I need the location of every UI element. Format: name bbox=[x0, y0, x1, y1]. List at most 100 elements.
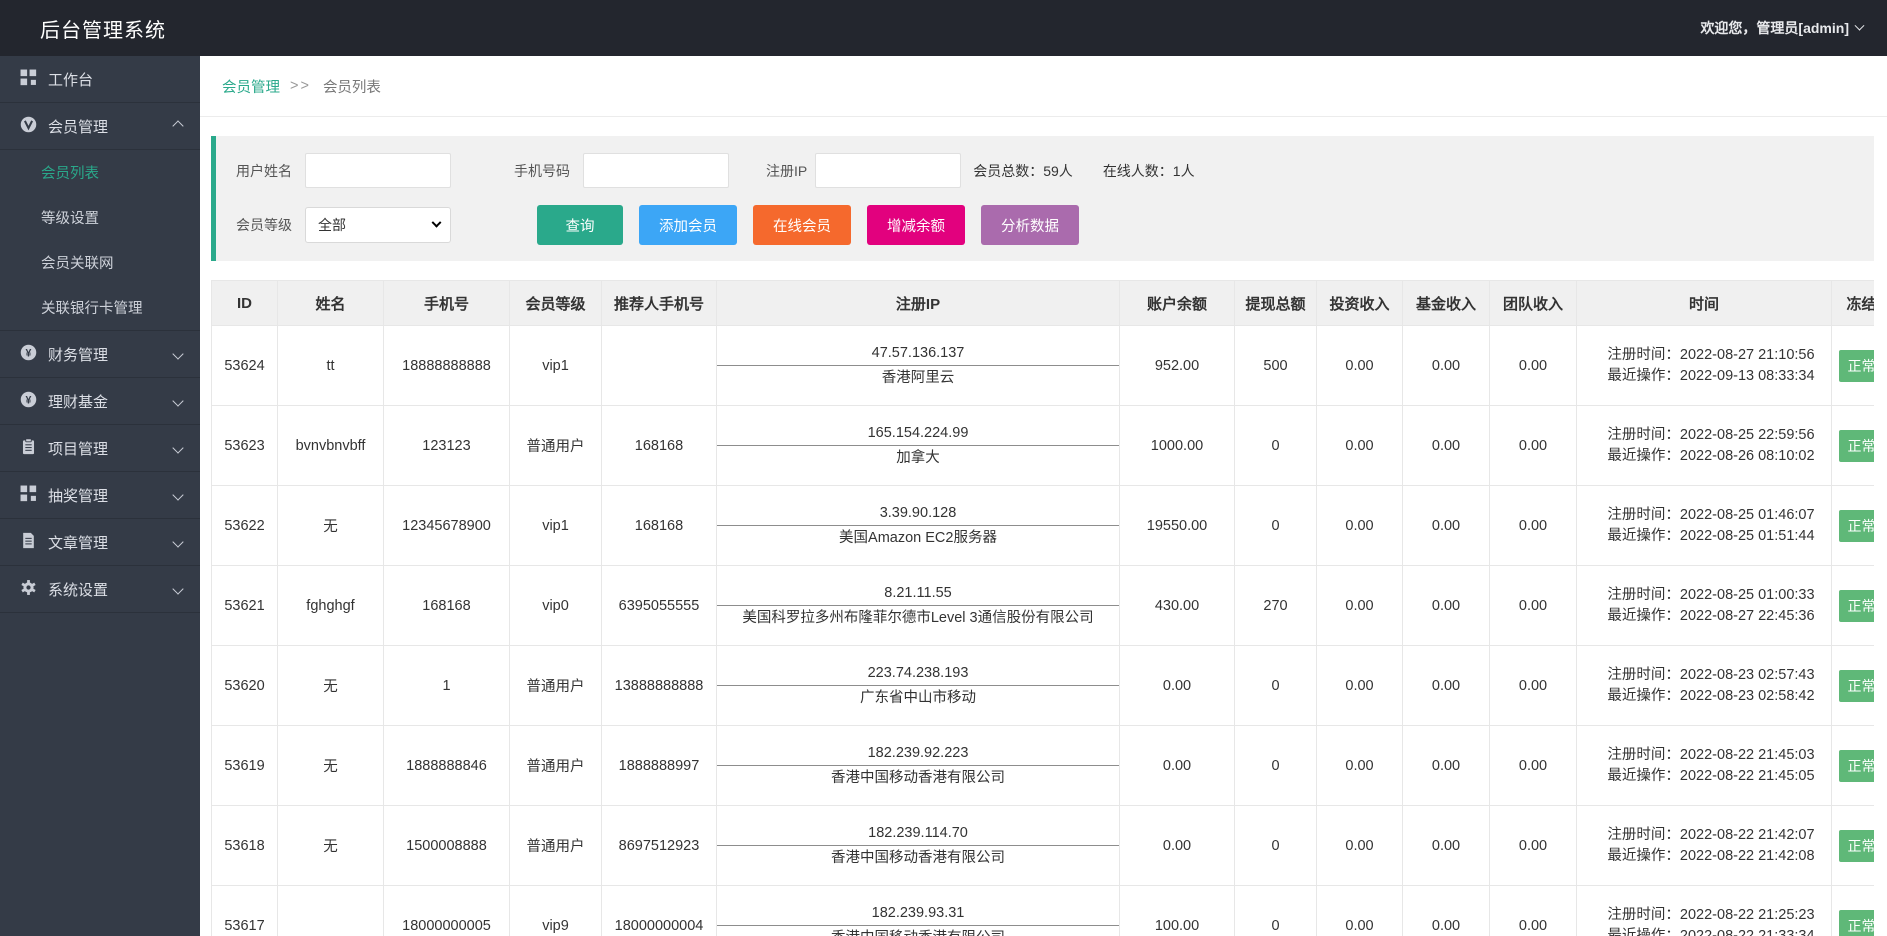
chevron-up-icon bbox=[172, 120, 183, 131]
grid-icon bbox=[20, 69, 37, 90]
chevron-down-icon bbox=[172, 442, 183, 453]
sidebar-item-label: 财务管理 bbox=[48, 344, 174, 365]
cell-withdraw-total: 0 bbox=[1235, 486, 1317, 566]
member-level-select[interactable]: 全部 bbox=[305, 207, 451, 243]
column-header-phone: 手机号 bbox=[384, 281, 510, 326]
search-button[interactable]: 查询 bbox=[537, 205, 623, 245]
username-input[interactable] bbox=[305, 153, 451, 188]
status-normal-button[interactable]: 正常 bbox=[1839, 910, 1875, 936]
column-header-withdraw-total: 提现总额 bbox=[1235, 281, 1317, 326]
cell-time: 注册时间：2022-08-25 01:46:07最近操作：2022-08-25 … bbox=[1577, 486, 1832, 566]
status-normal-button[interactable]: 正常 bbox=[1839, 590, 1875, 622]
cell-balance: 0.00 bbox=[1120, 726, 1235, 806]
cell-id: 53618 bbox=[212, 806, 278, 886]
analyze-data-button[interactable]: 分析数据 bbox=[981, 205, 1079, 245]
column-header-id: ID bbox=[212, 281, 278, 326]
user-menu[interactable]: 欢迎您，管理员[admin] bbox=[1700, 18, 1863, 38]
cell-id: 53621 bbox=[212, 566, 278, 646]
cell-name: tt bbox=[278, 326, 384, 406]
cell-time: 注册时间：2022-08-23 02:57:43最近操作：2022-08-23 … bbox=[1577, 646, 1832, 726]
cell-fund-income: 0.00 bbox=[1403, 406, 1490, 486]
cell-level: vip9 bbox=[510, 886, 602, 936]
cell-frozen-status: 正常 bbox=[1832, 726, 1875, 806]
cell-frozen-status: 正常 bbox=[1832, 406, 1875, 486]
cell-invest-income: 0.00 bbox=[1317, 406, 1403, 486]
sidebar-item-workbench[interactable]: 工作台 bbox=[0, 56, 200, 103]
yen-icon: ¥ bbox=[20, 391, 37, 412]
status-normal-button[interactable]: 正常 bbox=[1839, 510, 1875, 542]
status-normal-button[interactable]: 正常 bbox=[1839, 430, 1875, 462]
cell-withdraw-total: 0 bbox=[1235, 886, 1317, 936]
cell-invest-income: 0.00 bbox=[1317, 486, 1403, 566]
gear-icon bbox=[20, 579, 37, 600]
cell-register-ip: 223.74.238.193广东省中山市移动 bbox=[717, 646, 1120, 726]
cell-team-income: 0.00 bbox=[1490, 886, 1577, 936]
cell-balance: 0.00 bbox=[1120, 646, 1235, 726]
cell-frozen-status: 正常 bbox=[1832, 646, 1875, 726]
cell-referrer bbox=[602, 326, 717, 406]
cell-balance: 0.00 bbox=[1120, 806, 1235, 886]
sidebar-item-bank-card-management[interactable]: 关联银行卡管理 bbox=[0, 285, 200, 330]
register-ip-input[interactable] bbox=[815, 153, 961, 188]
table-row: 53619无1888888846普通用户1888888997182.239.92… bbox=[212, 726, 1875, 806]
sidebar-item-system-settings[interactable]: 系统设置 bbox=[0, 566, 200, 613]
sidebar-item-level-settings[interactable]: 等级设置 bbox=[0, 195, 200, 240]
cell-frozen-status: 正常 bbox=[1832, 806, 1875, 886]
cell-name: fghghgf bbox=[278, 566, 384, 646]
cell-fund-income: 0.00 bbox=[1403, 646, 1490, 726]
cell-time: 注册时间：2022-08-27 21:10:56最近操作：2022-09-13 … bbox=[1577, 326, 1832, 406]
cell-phone: 18888888888 bbox=[384, 326, 510, 406]
status-normal-button[interactable]: 正常 bbox=[1839, 670, 1875, 702]
sidebar-item-article-management[interactable]: 文章管理 bbox=[0, 519, 200, 566]
member-icon bbox=[20, 116, 37, 137]
cell-level: 普通用户 bbox=[510, 726, 602, 806]
cell-balance: 19550.00 bbox=[1120, 486, 1235, 566]
table-row: 53620无1普通用户13888888888223.74.238.193广东省中… bbox=[212, 646, 1875, 726]
add-member-button[interactable]: 添加会员 bbox=[639, 205, 737, 245]
breadcrumb-section[interactable]: 会员管理 bbox=[222, 76, 280, 97]
status-normal-button[interactable]: 正常 bbox=[1839, 750, 1875, 782]
cell-level: 普通用户 bbox=[510, 406, 602, 486]
sidebar-item-member-management[interactable]: 会员管理 bbox=[0, 103, 200, 150]
sidebar: 工作台会员管理会员列表等级设置会员关联网关联银行卡管理¥财务管理¥理财基金项目管… bbox=[0, 56, 200, 936]
cell-phone: 1500008888 bbox=[384, 806, 510, 886]
cell-invest-income: 0.00 bbox=[1317, 646, 1403, 726]
cell-register-ip: 182.239.114.70香港中国移动香港有限公司 bbox=[717, 806, 1120, 886]
online-members-button[interactable]: 在线会员 bbox=[753, 205, 851, 245]
chevron-down-icon bbox=[172, 536, 183, 547]
sidebar-item-member-list[interactable]: 会员列表 bbox=[0, 150, 200, 195]
cell-name: 无 bbox=[278, 726, 384, 806]
cell-time: 注册时间：2022-08-22 21:42:07最近操作：2022-08-22 … bbox=[1577, 806, 1832, 886]
chevron-down-icon bbox=[172, 489, 183, 500]
sidebar-item-finance-management[interactable]: ¥财务管理 bbox=[0, 331, 200, 378]
topbar: 后台管理系统 欢迎您，管理员[admin] bbox=[0, 0, 1887, 56]
sidebar-item-member-network[interactable]: 会员关联网 bbox=[0, 240, 200, 285]
chevron-down-icon bbox=[172, 583, 183, 594]
status-normal-button[interactable]: 正常 bbox=[1839, 830, 1875, 862]
cell-time: 注册时间：2022-08-22 21:25:23最近操作：2022-08-22 … bbox=[1577, 886, 1832, 936]
cell-withdraw-total: 0 bbox=[1235, 806, 1317, 886]
cell-phone: 168168 bbox=[384, 566, 510, 646]
cell-invest-income: 0.00 bbox=[1317, 886, 1403, 936]
column-header-invest-income: 投资收入 bbox=[1317, 281, 1403, 326]
cell-level: vip0 bbox=[510, 566, 602, 646]
cell-team-income: 0.00 bbox=[1490, 806, 1577, 886]
column-header-referrer: 推荐人手机号 bbox=[602, 281, 717, 326]
sidebar-item-project-management[interactable]: 项目管理 bbox=[0, 425, 200, 472]
cell-phone: 1 bbox=[384, 646, 510, 726]
adjust-balance-button[interactable]: 增减余额 bbox=[867, 205, 965, 245]
cell-fund-income: 0.00 bbox=[1403, 886, 1490, 936]
status-normal-button[interactable]: 正常 bbox=[1839, 350, 1875, 382]
cell-withdraw-total: 0 bbox=[1235, 726, 1317, 806]
table-row: 5361718000000005vip918000000004182.239.9… bbox=[212, 886, 1875, 936]
column-header-register-ip: 注册IP bbox=[717, 281, 1120, 326]
cell-team-income: 0.00 bbox=[1490, 326, 1577, 406]
sidebar-item-lottery-management[interactable]: 抽奖管理 bbox=[0, 472, 200, 519]
cell-time: 注册时间：2022-08-22 21:45:03最近操作：2022-08-22 … bbox=[1577, 726, 1832, 806]
phone-input[interactable] bbox=[583, 153, 729, 188]
cell-withdraw-total: 500 bbox=[1235, 326, 1317, 406]
sidebar-item-wealth-fund[interactable]: ¥理财基金 bbox=[0, 378, 200, 425]
cell-id: 53620 bbox=[212, 646, 278, 726]
cell-frozen-status: 正常 bbox=[1832, 886, 1875, 936]
svg-text:¥: ¥ bbox=[26, 394, 32, 406]
